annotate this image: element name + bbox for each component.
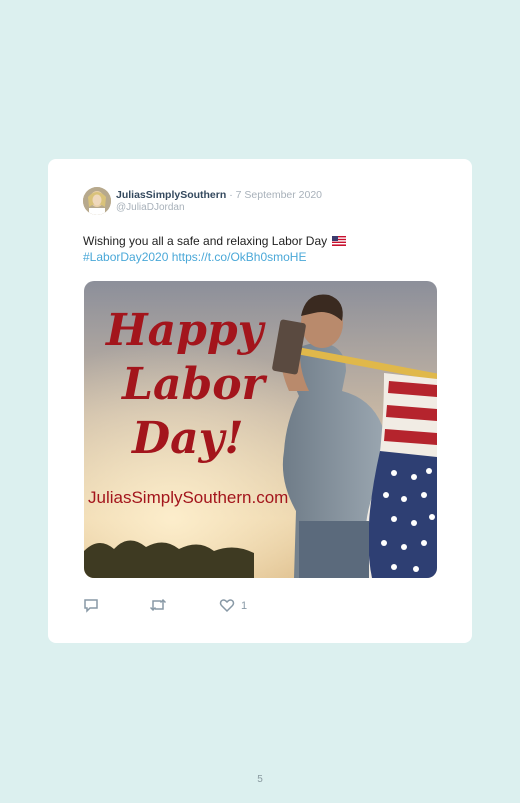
tweet-card: JuliasSimplySouthern · 7 September 2020 … [48,159,472,643]
tweet-date[interactable]: 7 September 2020 [236,189,322,201]
user-handle[interactable]: @JuliaDJordan [116,202,185,213]
heart-icon[interactable] [219,597,235,613]
tweet-actions: 1 [83,597,443,617]
image-text-site: JuliasSimplySouthern.com [88,488,288,507]
image-text-day: Day! [130,413,244,464]
separator: · [229,189,233,201]
us-flag-icon [332,235,347,250]
image-text-labor: Labor [120,359,268,410]
image-text-happy: Happy [104,305,267,356]
reply-icon[interactable] [83,597,99,613]
tweet-text: Wishing you all a safe and relaxing Labo… [83,234,443,265]
user-name[interactable]: JuliasSimplySouthern [116,189,226,201]
retweet-icon[interactable] [149,597,167,613]
tweet-header: JuliasSimplySouthern · 7 September 2020 [116,189,322,201]
page-number: 5 [257,774,263,785]
url-link[interactable]: https://t.co/OkBh0smoHE [172,250,307,264]
tweet-image[interactable]: Happy Labor Day! JuliasSimplySouthern.co… [84,281,437,578]
hashtag-link[interactable]: #LaborDay2020 [83,250,168,264]
avatar[interactable] [83,187,111,215]
tweet-body: Wishing you all a safe and relaxing Labo… [83,234,328,248]
like-count: 1 [241,600,248,612]
